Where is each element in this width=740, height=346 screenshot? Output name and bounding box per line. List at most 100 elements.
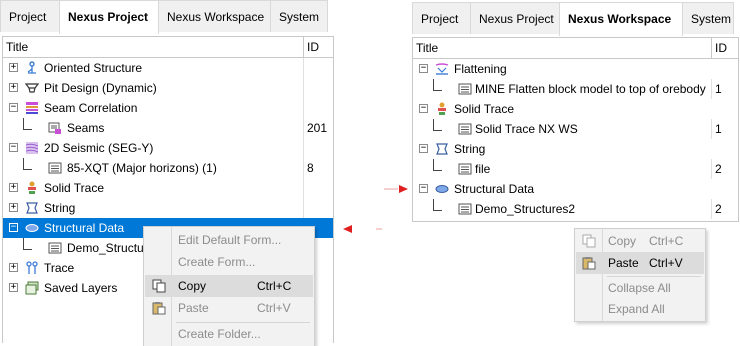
right-tree-table: Title ID − Flattening MINE Flatten block… xyxy=(412,37,739,222)
tab-nexus-workspace[interactable]: Nexus Workspace xyxy=(158,0,271,32)
tree-row-label: Solid Trace xyxy=(454,102,515,116)
tree-row[interactable]: − Solid Trace xyxy=(413,99,738,119)
tree-row[interactable]: − Structural Data xyxy=(413,179,738,199)
tree-row[interactable]: MINE Flatten block model to top of orebo… xyxy=(413,79,738,99)
seismic-icon xyxy=(25,142,39,154)
paste-menu-item[interactable]: Paste Ctrl+V xyxy=(576,252,704,274)
expand-button[interactable]: + xyxy=(9,183,18,192)
create-folder-menu-item[interactable]: Create Folder... xyxy=(145,323,313,345)
tree-row-label: String xyxy=(454,142,486,156)
tab-nexus-project[interactable]: Nexus Project xyxy=(470,2,560,34)
tab-system[interactable]: System xyxy=(270,0,328,32)
tree-row[interactable]: − 2D Seismic (SEG-Y) xyxy=(3,138,333,158)
tab-nexus-project[interactable]: Nexus Project xyxy=(59,0,159,34)
title-column-header[interactable]: Title xyxy=(3,37,301,57)
expand-button[interactable]: + xyxy=(9,83,18,92)
tree-connector xyxy=(23,118,32,130)
table-icon xyxy=(48,162,62,174)
tree-row[interactable]: 85-XQT (Major horizons) (1) 8 xyxy=(3,158,333,178)
structural-data-icon xyxy=(435,185,449,193)
tree-row[interactable]: + Oriented Structure xyxy=(3,58,333,78)
tree-row-id: 201 xyxy=(303,118,334,138)
solid-trace-icon xyxy=(28,181,36,194)
title-column-header[interactable]: Title xyxy=(413,38,711,58)
table-icon xyxy=(458,83,472,95)
expand-button[interactable]: + xyxy=(9,63,18,72)
tree-row[interactable]: − Flattening xyxy=(413,59,738,79)
create-form-menu-item[interactable]: Create Form... xyxy=(145,251,313,273)
copy-menu-item[interactable]: Copy Ctrl+C xyxy=(145,275,313,297)
oriented-structure-icon xyxy=(27,61,36,74)
tree-connector xyxy=(433,79,442,91)
tree-row-label: MINE Flatten block model to top of orebo… xyxy=(475,82,706,96)
right-table-header: Title ID xyxy=(413,38,738,59)
collapse-button[interactable]: − xyxy=(9,103,18,112)
collapse-button[interactable]: − xyxy=(419,64,428,73)
tree-row-id xyxy=(303,58,334,78)
tree-row[interactable]: + Pit Design (Dynamic) xyxy=(3,78,333,98)
tree-row-id xyxy=(303,178,334,198)
tree-row-label: file xyxy=(475,162,491,176)
collapse-button[interactable]: − xyxy=(419,104,428,113)
expand-button[interactable]: + xyxy=(9,263,18,272)
flattening-icon xyxy=(435,63,449,75)
collapse-button[interactable]: − xyxy=(419,184,428,193)
tree-row[interactable]: Demo_Structures2 2 xyxy=(413,199,738,219)
collapse-button[interactable]: − xyxy=(9,143,18,152)
expand-button[interactable]: + xyxy=(9,283,18,292)
expand-button[interactable]: + xyxy=(9,203,18,212)
tree-row-label: Seams xyxy=(67,121,105,135)
tab-system[interactable]: System xyxy=(682,2,734,34)
edit-default-form-menu-item[interactable]: Edit Default Form... xyxy=(145,229,313,251)
right-context-menu: Copy Ctrl+C Paste Ctrl+V Collapse All Ex… xyxy=(574,228,706,322)
tree-row-label: 85-XQT (Major horizons) (1) xyxy=(67,161,217,175)
trace-icon xyxy=(26,261,38,274)
id-column-header[interactable]: ID xyxy=(303,37,334,57)
tree-row-label: Solid Trace xyxy=(44,181,105,195)
tree-row[interactable]: − String xyxy=(413,139,738,159)
tree-row[interactable]: − Seam Correlation xyxy=(3,98,333,118)
tree-row-id xyxy=(303,78,334,98)
table-icon xyxy=(458,203,472,215)
tree-connector xyxy=(433,159,442,171)
tab-project[interactable]: Project xyxy=(412,2,471,34)
tab-project[interactable]: Project xyxy=(0,0,60,32)
tree-row-label: Seam Correlation xyxy=(44,101,138,115)
paste-menu-item[interactable]: Paste Ctrl+V xyxy=(145,297,313,319)
tree-row[interactable]: file 2 xyxy=(413,159,738,179)
tree-row-label: Demo_Structures2 xyxy=(475,202,576,216)
tree-row-label: 2D Seismic (SEG-Y) xyxy=(44,141,154,155)
tree-row[interactable]: + String xyxy=(3,198,333,218)
tree-row[interactable]: Seams 201 xyxy=(3,118,333,138)
right-panel: Project Nexus Project Nexus Workspace Sy… xyxy=(412,0,740,345)
tree-row-id xyxy=(303,198,334,218)
tree-connector xyxy=(433,119,442,131)
paste-icon xyxy=(582,257,596,270)
tree-row-label: Structural Data xyxy=(454,182,535,196)
expand-all-menu-item[interactable]: Expand All xyxy=(576,298,704,320)
tree-connector xyxy=(23,158,32,170)
tree-row-id: 1 xyxy=(711,119,739,139)
collapse-button[interactable]: − xyxy=(9,223,18,232)
string-icon xyxy=(26,202,38,214)
seams-icon xyxy=(48,122,61,134)
table-icon xyxy=(48,242,62,254)
tree-row-label: Solid Trace NX WS xyxy=(475,122,578,136)
tree-row-label: Oriented Structure xyxy=(44,61,143,75)
collapse-all-menu-item[interactable]: Collapse All xyxy=(576,277,704,299)
tree-row[interactable]: + Solid Trace xyxy=(3,178,333,198)
id-column-header[interactable]: ID xyxy=(711,38,739,58)
copy-menu-item[interactable]: Copy Ctrl+C xyxy=(576,230,704,252)
tree-row-id xyxy=(303,138,334,158)
tab-nexus-workspace[interactable]: Nexus Workspace xyxy=(559,2,683,36)
table-icon xyxy=(458,163,472,175)
tree-row-label: Flattening xyxy=(454,62,507,76)
copy-icon xyxy=(582,234,596,248)
tree-row[interactable]: Solid Trace NX WS 1 xyxy=(413,119,738,139)
collapse-button[interactable]: − xyxy=(419,144,428,153)
tree-connector xyxy=(23,238,32,250)
tree-row-id: 1 xyxy=(711,79,739,99)
solid-trace-icon xyxy=(438,102,446,115)
tree-row-id xyxy=(303,98,334,118)
structural-data-icon xyxy=(25,224,39,232)
